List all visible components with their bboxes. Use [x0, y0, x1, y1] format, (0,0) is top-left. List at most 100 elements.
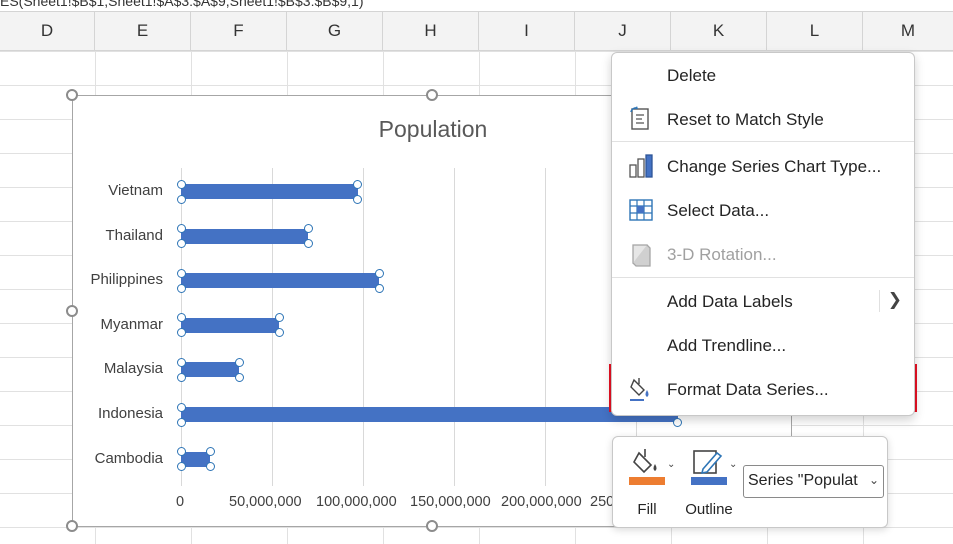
menu-separator [612, 277, 914, 278]
bar-indonesia[interactable] [181, 407, 678, 422]
bar-selection-handle[interactable] [176, 417, 186, 427]
bar-selection-handle[interactable] [303, 239, 313, 249]
submenu-divider [879, 290, 880, 312]
menu-item-label: Reset to Match Style [667, 110, 824, 129]
bar-selection-handle[interactable] [176, 283, 186, 293]
bar-selection-handle[interactable] [274, 313, 284, 323]
column-header[interactable]: F [191, 12, 287, 50]
bar-selection-handle[interactable] [176, 239, 186, 249]
menu-item-label: Change Series Chart Type... [667, 157, 882, 176]
y-category-label: Philippines [90, 271, 163, 289]
bar-selection-handle[interactable] [176, 268, 186, 278]
menu-item-add-trendline[interactable]: Add Trendline... [612, 325, 914, 365]
outline-pen-icon [691, 447, 727, 492]
column-header[interactable]: I [479, 12, 575, 50]
select-data-icon [628, 197, 654, 223]
bar-selection-handle[interactable] [176, 224, 186, 234]
column-header[interactable]: K [671, 12, 767, 50]
bar-selection-handle[interactable] [176, 179, 186, 189]
menu-item-add-data-labels[interactable]: Add Data Labels ❯ [612, 281, 914, 321]
bar-selection-handle[interactable] [374, 283, 384, 293]
resize-handle-bottom[interactable] [426, 520, 438, 532]
chevron-down-icon[interactable]: ⌄ [667, 459, 675, 470]
bar-selection-handle[interactable] [176, 462, 186, 472]
x-gridline [545, 168, 546, 486]
series-selector-dropdown[interactable]: Series "Populat ⌄ [743, 465, 884, 498]
x-tick-label: 100,000,000 [316, 494, 397, 510]
resize-handle-bottom-left[interactable] [66, 520, 78, 532]
y-category-label: Malaysia [103, 360, 163, 378]
column-header[interactable]: G [287, 12, 383, 50]
series-selector-value: Series "Populat [748, 472, 858, 489]
bar-selection-handle[interactable] [176, 402, 186, 412]
column-header[interactable]: J [575, 12, 671, 50]
bar-selection-handle[interactable] [353, 179, 363, 189]
column-headers: D E F G H I J K L M [0, 11, 953, 51]
bar-selection-handle[interactable] [234, 372, 244, 382]
chart-type-icon [628, 153, 654, 179]
resize-handle-left[interactable] [66, 305, 78, 317]
bar-selection-handle[interactable] [176, 194, 186, 204]
x-tick-label: 150,000,000 [410, 494, 491, 510]
bar-myanmar[interactable] [181, 317, 280, 333]
column-header[interactable]: E [95, 12, 191, 50]
menu-item-label: Format Data Series... [667, 380, 829, 399]
bar-selection-handle[interactable] [176, 447, 186, 457]
bar-selection-handle[interactable] [234, 357, 244, 367]
menu-item-3d-rotation: 3-D Rotation... [612, 234, 914, 274]
menu-item-change-series-chart-type[interactable]: Change Series Chart Type... [612, 146, 914, 186]
bar-selection-handle[interactable] [205, 462, 215, 472]
mini-toolbar: ⌄ Fill ⌄ Outline Series "Populat ⌄ [612, 436, 888, 528]
formula-text: ES(Sheet1!$B$1,Sheet1!$A$3:$A$9,Sheet1!$… [0, 0, 364, 9]
y-category-label: Vietnam [108, 182, 163, 199]
x-gridline [454, 168, 455, 486]
x-tick-label: 0 [176, 494, 185, 510]
reset-style-icon [628, 106, 654, 132]
bar-selection-handle[interactable] [205, 447, 215, 457]
outline-label: Outline [685, 501, 733, 518]
column-header[interactable]: M [863, 12, 953, 50]
bar-malaysia[interactable] [181, 362, 240, 378]
rotation-3d-icon [628, 241, 654, 267]
menu-item-format-data-series[interactable]: Format Data Series... [612, 369, 914, 409]
column-header[interactable]: H [383, 12, 479, 50]
y-category-label: Indonesia [97, 405, 163, 422]
y-category-label: Myanmar [100, 315, 163, 333]
bar-selection-handle[interactable] [374, 268, 384, 278]
bar-selection-handle[interactable] [176, 313, 186, 323]
menu-item-label: Select Data... [667, 201, 770, 220]
paint-bucket-icon [629, 447, 665, 492]
menu-item-label: Add Data Labels [667, 292, 793, 311]
bar-philippines[interactable] [181, 273, 380, 289]
fill-button[interactable]: ⌄ Fill [619, 445, 675, 523]
fill-label: Fill [637, 501, 657, 518]
y-category-label: Cambodia [94, 449, 163, 467]
context-menu: Delete Reset to Match Style Change Serie… [611, 52, 915, 416]
chevron-down-icon[interactable]: ⌄ [729, 459, 737, 470]
menu-item-select-data[interactable]: Select Data... [612, 190, 914, 230]
menu-item-label: Delete [667, 66, 717, 85]
menu-item-label: Add Trendline... [667, 336, 787, 355]
menu-separator [612, 141, 914, 142]
bar-selection-handle[interactable] [176, 372, 186, 382]
bar-thailand[interactable] [181, 228, 309, 244]
column-header[interactable]: D [0, 12, 95, 50]
formula-bar-remnant[interactable]: ES(Sheet1!$B$1,Sheet1!$A$3:$A$9,Sheet1!$… [0, 0, 953, 11]
outline-button[interactable]: ⌄ Outline [681, 445, 737, 523]
menu-item-delete[interactable]: Delete [612, 55, 914, 95]
menu-item-reset-to-match-style[interactable]: Reset to Match Style [612, 99, 914, 139]
resize-handle-top-left[interactable] [66, 89, 78, 101]
bar-selection-handle[interactable] [176, 328, 186, 338]
format-series-icon [628, 376, 654, 402]
bar-selection-handle[interactable] [303, 224, 313, 234]
bar-selection-handle[interactable] [353, 194, 363, 204]
bar-selection-handle[interactable] [176, 357, 186, 367]
bar-selection-handle[interactable] [274, 328, 284, 338]
x-tick-label: 250 [590, 494, 615, 510]
resize-handle-top[interactable] [426, 89, 438, 101]
menu-item-label: 3-D Rotation... [667, 245, 777, 264]
column-header[interactable]: L [767, 12, 863, 50]
x-tick-label: 200,000,000 [501, 494, 582, 510]
bar-vietnam[interactable] [181, 184, 358, 199]
bar-selection-handle[interactable] [673, 417, 683, 427]
